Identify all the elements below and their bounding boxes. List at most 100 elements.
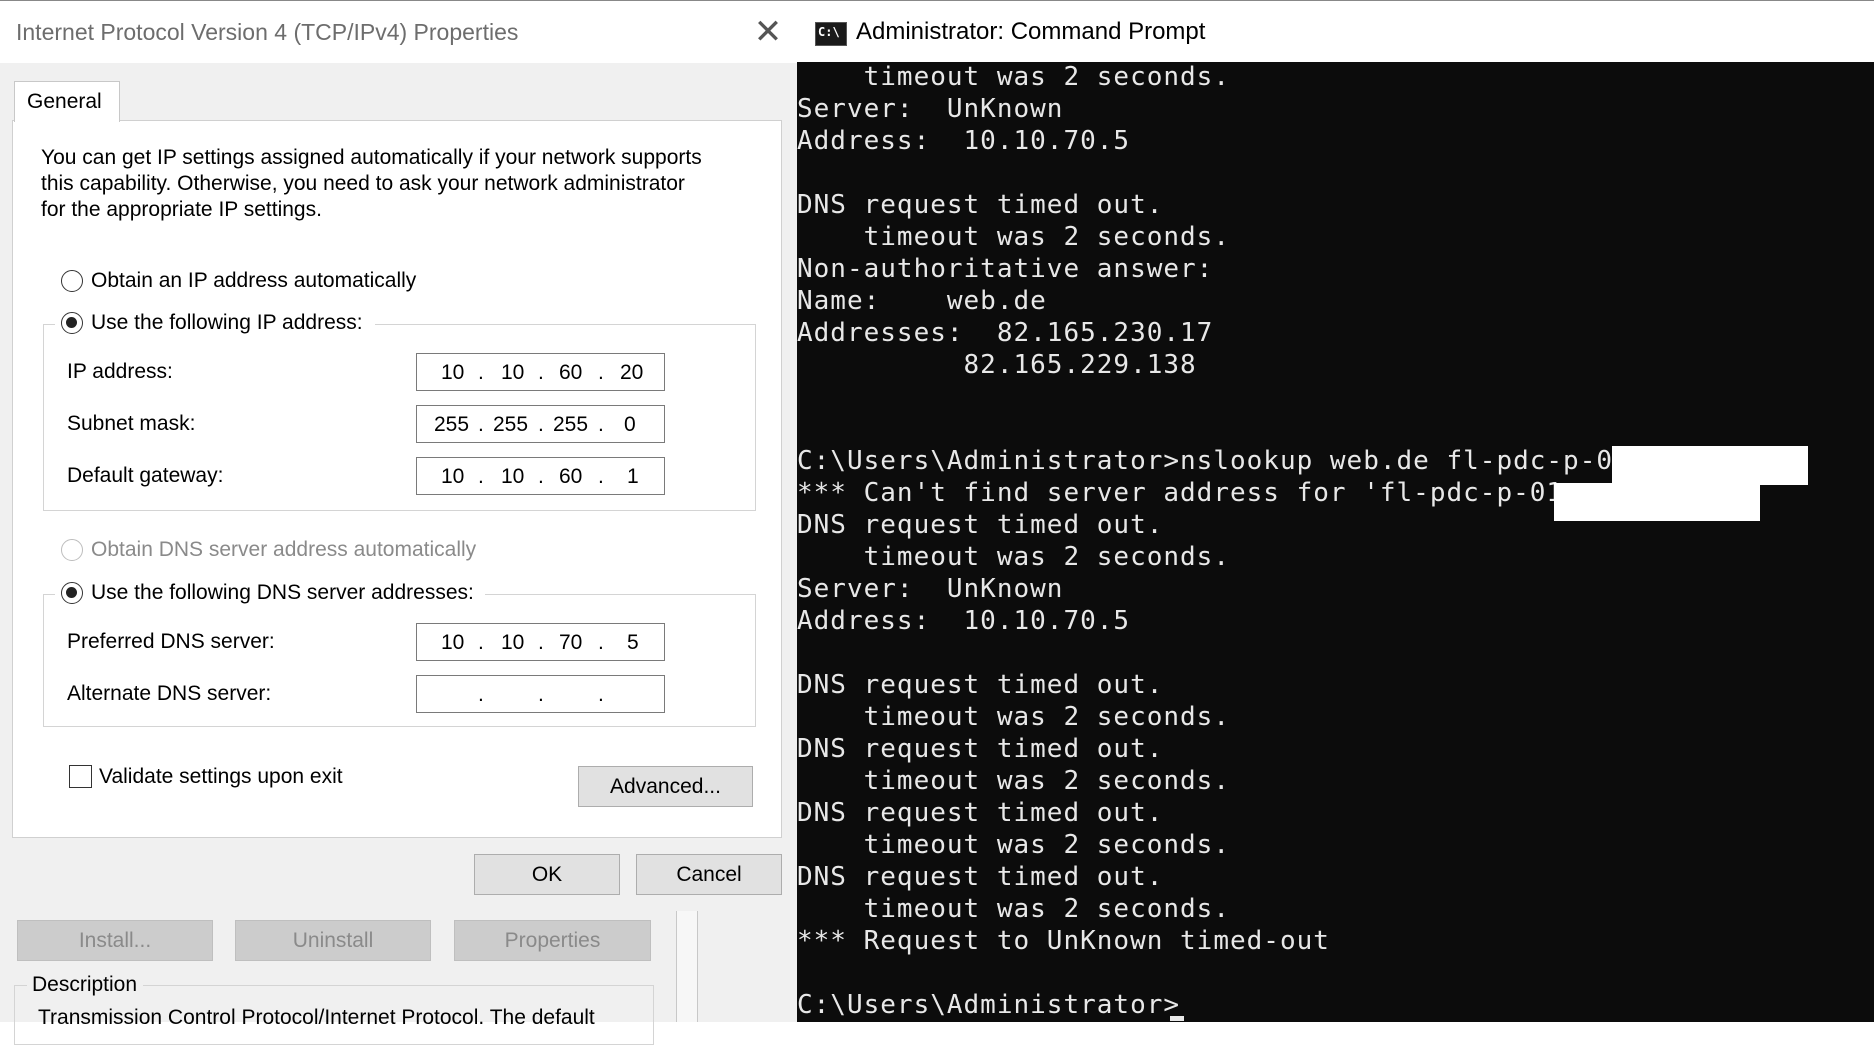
gateway-dot: . <box>478 465 484 488</box>
console-line: timeout was 2 seconds. <box>797 542 1230 572</box>
subnet-dot: . <box>478 413 484 436</box>
console-line: Name: web.de <box>797 286 1047 316</box>
alternate-dns-field[interactable]: . . . <box>416 675 665 713</box>
pref-dns-octet-4: 5 <box>627 631 639 654</box>
radio-obtain-ip-auto[interactable] <box>61 270 83 292</box>
console-line: *** Request to UnKnown timed-out <box>797 926 1330 956</box>
redaction-box <box>1554 483 1760 521</box>
pref-dns-octet-1: 10 <box>441 631 465 654</box>
pref-dns-dot: . <box>538 631 544 654</box>
subnet-dot: . <box>538 413 544 436</box>
tab-general-label: General <box>27 90 102 113</box>
console-title: Administrator: Command Prompt <box>856 18 1206 45</box>
preferred-dns-field[interactable]: 10 . 10 . 70 . 5 <box>416 623 665 661</box>
window-divider <box>676 911 698 1022</box>
alt-dns-dot: . <box>478 683 484 706</box>
gateway-octet-2: 10 <box>501 465 525 488</box>
close-icon[interactable]: ✕ <box>750 15 786 51</box>
subnet-octet-2: 255 <box>493 413 529 436</box>
gateway-octet-1: 10 <box>441 465 465 488</box>
console-line: Server: UnKnown <box>797 94 1064 124</box>
console-line: DNS request timed out. <box>797 798 1164 828</box>
radio-use-following-dns[interactable] <box>61 582 83 604</box>
use-following-dns-label[interactable]: Use the following DNS server addresses: <box>91 581 474 605</box>
subnet-dot: . <box>598 413 604 436</box>
obtain-dns-auto-label[interactable]: Obtain DNS server address automatically <box>91 538 476 562</box>
alt-dns-dot: . <box>538 683 544 706</box>
console-line: *** Can't find server address for 'fl-pd… <box>797 478 1580 508</box>
obtain-ip-auto-label[interactable]: Obtain an IP address automatically <box>91 269 416 293</box>
subnet-octet-1: 255 <box>434 413 470 436</box>
gateway-octet-3: 60 <box>559 465 583 488</box>
intro-text-line-2: this capability. Otherwise, you need to … <box>41 172 685 195</box>
advanced-button[interactable]: Advanced... <box>578 766 753 807</box>
description-text: Transmission Control Protocol/Internet P… <box>38 1006 595 1029</box>
install-button[interactable]: Install... <box>17 920 213 961</box>
text-cursor <box>1170 1016 1184 1021</box>
pref-dns-dot: . <box>478 631 484 654</box>
use-following-ip-label[interactable]: Use the following IP address: <box>91 311 363 335</box>
console-line: C:\Users\Administrator>nslookup web.de f… <box>797 446 1647 476</box>
preferred-dns-label: Preferred DNS server: <box>67 630 275 653</box>
redaction-box <box>1612 446 1808 485</box>
properties-button[interactable]: Properties <box>454 920 651 961</box>
console-line: timeout was 2 seconds. <box>797 62 1230 92</box>
console-line: DNS request timed out. <box>797 670 1164 700</box>
subnet-mask-label: Subnet mask: <box>67 412 196 435</box>
radio-use-following-ip[interactable] <box>61 312 83 334</box>
gateway-dot: . <box>598 465 604 488</box>
ipv4-properties-dialog: Internet Protocol Version 4 (TCP/IPv4) P… <box>0 0 798 912</box>
console-line: Server: UnKnown <box>797 574 1064 604</box>
intro-text-line-1: You can get IP settings assigned automat… <box>41 146 702 169</box>
ip-dot: . <box>538 361 544 384</box>
console-line: Non-authoritative answer: <box>797 254 1214 284</box>
console-line: DNS request timed out. <box>797 510 1164 540</box>
ok-button[interactable]: OK <box>474 854 620 895</box>
console-line: timeout was 2 seconds. <box>797 894 1230 924</box>
alternate-dns-label: Alternate DNS server: <box>67 682 272 705</box>
cmd-icon: C:\ <box>815 22 847 46</box>
pref-dns-octet-2: 10 <box>501 631 525 654</box>
cmd-icon-text: C:\ <box>818 25 840 39</box>
gateway-dot: . <box>538 465 544 488</box>
console-output[interactable]: timeout was 2 seconds. Server: UnKnown A… <box>797 62 1874 1022</box>
cancel-button[interactable]: Cancel <box>636 854 782 895</box>
pref-dns-dot: . <box>598 631 604 654</box>
ip-address-field[interactable]: 10 . 10 . 60 . 20 <box>416 353 665 391</box>
validate-settings-label[interactable]: Validate settings upon exit <box>99 765 343 789</box>
subnet-octet-3: 255 <box>553 413 589 436</box>
console-line: DNS request timed out. <box>797 190 1164 220</box>
subnet-octet-4: 0 <box>624 413 636 436</box>
tab-general[interactable]: General <box>14 81 120 122</box>
pref-dns-octet-3: 70 <box>559 631 583 654</box>
console-line: DNS request timed out. <box>797 862 1164 892</box>
radio-obtain-dns-auto[interactable] <box>61 539 83 561</box>
radio-selected-dot <box>66 317 77 328</box>
ip-octet-2: 10 <box>501 361 525 384</box>
ip-octet-3: 60 <box>559 361 583 384</box>
ip-octet-4: 20 <box>620 361 644 384</box>
console-line: timeout was 2 seconds. <box>797 766 1230 796</box>
dialog-title: Internet Protocol Version 4 (TCP/IPv4) P… <box>16 19 519 45</box>
description-label: Description <box>32 973 138 996</box>
ip-dot: . <box>598 361 604 384</box>
console-line: Address: 10.10.70.5 <box>797 606 1131 636</box>
console-line: Address: 10.10.70.5 <box>797 126 1131 156</box>
intro-text-line-3: for the appropriate IP settings. <box>41 198 322 221</box>
alt-dns-dot: . <box>598 683 604 706</box>
console-line: timeout was 2 seconds. <box>797 222 1230 252</box>
console-line: timeout was 2 seconds. <box>797 830 1230 860</box>
subnet-mask-field[interactable]: 255 . 255 . 255 . 0 <box>416 405 665 443</box>
gateway-octet-4: 1 <box>627 465 639 488</box>
uninstall-button[interactable]: Uninstall <box>235 920 431 961</box>
validate-settings-checkbox[interactable] <box>69 765 92 788</box>
radio-selected-dot <box>66 587 77 598</box>
default-gateway-field[interactable]: 10 . 10 . 60 . 1 <box>416 457 665 495</box>
ip-address-label: IP address: <box>67 360 173 383</box>
ip-octet-1: 10 <box>441 361 465 384</box>
ip-dot: . <box>478 361 484 384</box>
console-line: 82.165.229.138 <box>797 350 1197 380</box>
default-gateway-label: Default gateway: <box>67 464 224 487</box>
console-line: C:\Users\Administrator> <box>797 990 1181 1020</box>
console-line: timeout was 2 seconds. <box>797 702 1230 732</box>
